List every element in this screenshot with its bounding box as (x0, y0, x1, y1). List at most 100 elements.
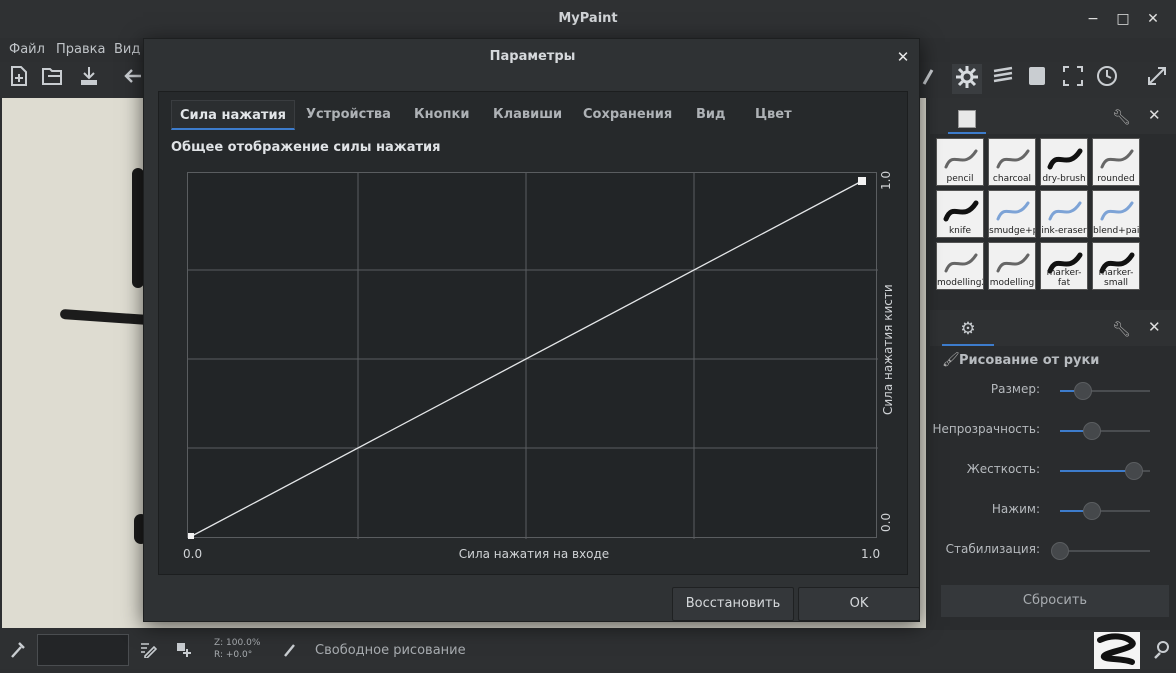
y-tick-max: 1.0 (879, 170, 893, 190)
brush-settings-tab-icon[interactable]: ⚙ (942, 314, 994, 346)
brush-tile[interactable]: marker-fat (1040, 242, 1088, 290)
brush-stroke-preview (943, 197, 979, 225)
menu-file[interactable]: Файл (9, 42, 45, 57)
reset-button[interactable]: Сбросить (940, 584, 1170, 618)
preferences-dialog: Параметры ✕ Сила нажатия Устройства Кноп… (143, 38, 920, 622)
restore-button[interactable]: Восстановить (672, 587, 794, 621)
brush-tile-label: modelling (989, 278, 1035, 288)
right-dock-panel: 🔧︎ ✕ pencil charcoal dry-brush rounded knife… (930, 98, 1176, 630)
brush-tile-label: modelling2 (937, 278, 984, 288)
slider-fill (1060, 470, 1134, 472)
y-tick-min: 0.0 (879, 512, 893, 532)
brush-tile-label: marker-fat (1046, 268, 1082, 288)
tab-color[interactable]: Цвет (755, 100, 792, 130)
brush-stroke-preview (995, 197, 1031, 225)
settings-icon[interactable] (952, 64, 982, 94)
slider-label: Непрозрачность: (932, 422, 1040, 436)
section-title: Общее отображение силы нажатия (171, 140, 441, 155)
zoom-readout: Z: 100.0% (214, 638, 261, 648)
mode-label: Свободное рисование (315, 643, 466, 658)
brush-tile[interactable]: modelling2 (936, 242, 984, 290)
y-tick-min-wrap: 0.0 (879, 513, 893, 556)
ok-button[interactable]: OK (798, 587, 920, 621)
scratchpad-icon[interactable] (1022, 64, 1052, 94)
brush-tile[interactable]: charcoal (988, 138, 1036, 186)
tab-devices[interactable]: Устройства (306, 100, 391, 130)
curve-control-point[interactable] (858, 177, 866, 185)
app-title: MyPaint (558, 11, 618, 26)
close-window-icon[interactable]: ✕ (1144, 10, 1162, 28)
brush-tile[interactable]: smudge+paint (988, 190, 1036, 238)
brush-tile[interactable]: dry-brush (1040, 138, 1088, 186)
current-color-swatch[interactable] (37, 634, 129, 666)
fullscreen-icon[interactable] (1058, 64, 1088, 94)
dialog-title: Параметры (489, 49, 576, 64)
brush-tile-label: charcoal (992, 174, 1032, 184)
slider-knob[interactable] (1082, 422, 1101, 440)
brush-stroke-preview (995, 249, 1031, 277)
freehand-tool-icon (282, 641, 298, 663)
minimize-icon[interactable]: − (1084, 10, 1102, 28)
pressure-curve-plot[interactable] (186, 172, 878, 541)
brush-tile[interactable]: marker-small (1092, 242, 1140, 290)
tab-saving[interactable]: Сохранения (583, 100, 672, 130)
y-axis-label: Сила нажатия кисти (881, 284, 895, 415)
slider-knob[interactable] (1073, 382, 1092, 400)
open-file-icon[interactable] (38, 64, 68, 94)
brush-tile-label: marker-small (1098, 268, 1134, 288)
wrench-icon[interactable]: 🔧︎ (1112, 108, 1131, 126)
brush-pick-icon[interactable] (1152, 640, 1172, 664)
slider-knob[interactable] (1082, 502, 1101, 520)
slider-knob[interactable] (1124, 462, 1143, 480)
wrench-icon[interactable]: 🔧︎ (1112, 320, 1131, 338)
x-axis-label: Сила нажатия на входе (458, 547, 610, 561)
brush-stroke-preview (1047, 197, 1083, 225)
slider-track[interactable] (1060, 550, 1150, 552)
brush-panel-tab[interactable] (948, 104, 986, 134)
brush-tile-label: dry-brush (1042, 174, 1086, 184)
brush-tile-label: ink-eraser (1041, 226, 1087, 236)
brush-tile-label: knife (948, 226, 972, 236)
brush-stroke-preview (943, 249, 979, 277)
close-panel-icon[interactable]: ✕ (1148, 106, 1161, 124)
brush-stroke-preview (1099, 145, 1135, 173)
close-dialog-icon[interactable]: ✕ (894, 48, 912, 66)
brush-tile-label: pencil (946, 174, 974, 184)
brush-group-icon (958, 110, 976, 128)
add-layer-icon[interactable] (174, 640, 192, 662)
expand-icon[interactable] (1142, 64, 1172, 94)
tab-pressure[interactable]: Сила нажатия (171, 100, 295, 130)
color-picker-icon[interactable] (9, 640, 27, 664)
tab-view[interactable]: Вид (696, 100, 726, 130)
menu-edit[interactable]: Правка (56, 42, 105, 57)
slider-label: Стабилизация: (945, 542, 1040, 556)
curve-control-point[interactable] (186, 533, 194, 541)
close-panel-icon[interactable]: ✕ (1148, 318, 1161, 336)
edit-brush-icon[interactable] (139, 640, 158, 662)
brush-tile-label: blend+paint (1093, 226, 1140, 236)
brush-tile[interactable]: modelling (988, 242, 1036, 290)
brush-tile[interactable]: knife (936, 190, 984, 238)
tab-keys[interactable]: Клавиши (493, 100, 562, 130)
maximize-icon[interactable]: □ (1114, 10, 1132, 28)
brush-tile[interactable]: ink-eraser (1040, 190, 1088, 238)
brush-tile[interactable]: rounded (1092, 138, 1140, 186)
brush-stroke-preview (995, 145, 1031, 173)
current-brush-preview[interactable] (1094, 632, 1140, 669)
brush-stroke-preview (943, 145, 979, 173)
brush-tile[interactable]: blend+paint (1092, 190, 1140, 238)
canvas-stroke (59, 308, 151, 326)
brush-tile-label: rounded (1097, 174, 1135, 184)
slider-label: Жесткость: (966, 462, 1040, 476)
layers-icon[interactable] (988, 64, 1018, 94)
pressure-curve-svg[interactable] (186, 173, 878, 541)
tab-buttons[interactable]: Кнопки (414, 100, 469, 130)
save-icon[interactable] (74, 64, 104, 94)
new-document-icon[interactable] (4, 64, 34, 94)
slider-label: Нажим: (991, 502, 1040, 516)
history-icon[interactable] (1092, 64, 1122, 94)
menu-view[interactable]: Вид (114, 42, 140, 57)
slider-knob[interactable] (1051, 542, 1069, 560)
y-tick-max-wrap: 1.0 (879, 171, 893, 214)
brush-tile[interactable]: pencil (936, 138, 984, 186)
